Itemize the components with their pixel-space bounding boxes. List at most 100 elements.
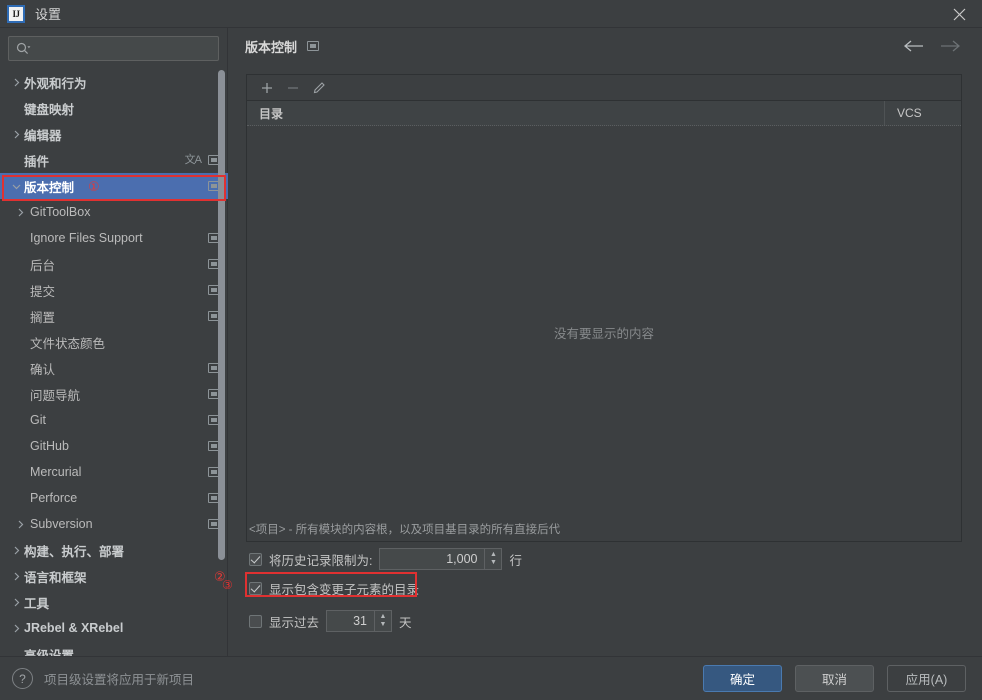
- search-input[interactable]: [31, 41, 218, 56]
- sidebar-item-19[interactable]: 语言和框架 ②: [0, 563, 228, 589]
- sidebar-item-label: 外观和行为: [24, 76, 87, 91]
- sidebar-item-8[interactable]: 提交: [0, 277, 228, 303]
- edit-pencil-icon[interactable]: [308, 77, 330, 99]
- chevron-right-icon[interactable]: [12, 208, 28, 217]
- option-show-changed-dirs[interactable]: 显示包含变更子元素的目录: [249, 579, 419, 598]
- sidebar-item-4[interactable]: 版本控制 ①: [0, 173, 228, 199]
- option-limit-history[interactable]: 将历史记录限制为: ▲ ▼ 行: [249, 548, 522, 570]
- chevron-right-icon[interactable]: [8, 78, 24, 87]
- sidebar-item-label: 工具: [24, 596, 50, 611]
- chevron-up-icon[interactable]: ▲: [490, 551, 497, 558]
- panel-nav: [904, 40, 982, 52]
- sidebar-item-10[interactable]: 文件状态颜色: [0, 329, 228, 355]
- label-show-changed-dirs: 显示包含变更子元素的目录: [269, 583, 420, 597]
- sidebar-scrollbar-thumb[interactable]: [218, 70, 225, 560]
- sidebar-item-label: 键盘映射: [24, 102, 75, 117]
- sidebar-item-6[interactable]: Ignore Files Support: [0, 225, 228, 251]
- annotation-marker-3: ③: [222, 578, 233, 592]
- sidebar-item-2[interactable]: 编辑器: [0, 121, 228, 147]
- chevron-right-icon[interactable]: [8, 546, 24, 555]
- sidebar-item-9[interactable]: 搁置: [0, 303, 228, 329]
- help-icon[interactable]: ?: [12, 668, 33, 689]
- sidebar-item-16[interactable]: Perforce: [0, 485, 228, 511]
- mapping-hint-text: <项目> - 所有模块的内容根，以及项目基目录的所有直接后代: [249, 524, 561, 536]
- settings-tree: 外观和行为键盘映射编辑器插件 文A 版本控制 ① GitToolBox Ignore Fi…: [0, 69, 228, 656]
- sidebar-item-label: 编辑器: [24, 128, 62, 143]
- column-header-vcs[interactable]: VCS: [885, 101, 961, 125]
- sidebar-item-15[interactable]: Mercurial: [0, 459, 228, 485]
- chevron-right-icon[interactable]: [12, 520, 28, 529]
- sidebar-item-label: Git: [30, 413, 46, 427]
- sidebar-item-label: Perforce: [30, 491, 78, 505]
- checkbox-show-changed-dirs[interactable]: [249, 582, 262, 595]
- sidebar-item-0[interactable]: 外观和行为: [0, 69, 228, 95]
- label-limit-history: 将历史记录限制为:: [269, 553, 373, 568]
- sidebar-item-22[interactable]: 高级设置: [0, 641, 228, 657]
- chevron-right-icon[interactable]: [8, 624, 24, 633]
- input-past-days[interactable]: [327, 611, 375, 631]
- sidebar-item-label: GitToolBox: [30, 205, 91, 219]
- sidebar-item-11[interactable]: 确认: [0, 355, 228, 381]
- chevron-right-icon[interactable]: [8, 572, 24, 581]
- sidebar-item-label: JRebel & XRebel: [24, 621, 124, 635]
- sidebar-item-label: 版本控制: [24, 180, 75, 195]
- translate-icon: 文A: [184, 153, 202, 166]
- settings-dialog: IJ 设置 外观和行为键盘映射编辑器插件 文A 版本控制 ① GitToolBox Ign…: [0, 0, 982, 700]
- sidebar-item-17[interactable]: Subversion: [0, 511, 228, 537]
- sidebar-item-label: 确认: [30, 362, 56, 377]
- window-title: 设置: [35, 7, 62, 22]
- search-container: [0, 28, 227, 67]
- empty-state-message: 没有要显示的内容: [553, 327, 654, 341]
- vcs-table-header: 目录 VCS: [247, 101, 961, 126]
- search-box[interactable]: [8, 36, 219, 61]
- footer-note: 项目级设置将应用于新项目: [44, 673, 195, 687]
- sidebar-item-18[interactable]: 构建、执行、部署: [0, 537, 228, 563]
- sidebar-item-13[interactable]: Git: [0, 407, 228, 433]
- logo-text: IJ: [12, 8, 20, 19]
- chevron-down-icon[interactable]: [8, 182, 24, 191]
- minus-icon[interactable]: [282, 77, 304, 99]
- spinner-history-rows[interactable]: ▲ ▼: [379, 548, 503, 570]
- sidebar-item-label: 搁置: [30, 310, 56, 325]
- sidebar-item-21[interactable]: JRebel & XRebel: [0, 615, 228, 641]
- sidebar-item-7[interactable]: 后台: [0, 251, 228, 277]
- spinner-past-days[interactable]: ▲ ▼: [326, 610, 393, 632]
- sidebar-item-label: 问题导航: [30, 388, 81, 403]
- sidebar-scrollbar[interactable]: [218, 70, 225, 615]
- apply-button[interactable]: 应用(A): [887, 665, 966, 692]
- sidebar-item-20[interactable]: 工具: [0, 589, 228, 615]
- sidebar-item-3[interactable]: 插件 文A: [0, 147, 228, 173]
- checkbox-show-past-days[interactable]: [249, 614, 262, 628]
- chevron-down-icon[interactable]: ▼: [490, 559, 497, 566]
- checkbox-limit-history[interactable]: [249, 552, 262, 566]
- column-header-directory[interactable]: 目录: [247, 101, 885, 125]
- arrow-right-icon[interactable]: [940, 40, 960, 52]
- chevron-right-icon[interactable]: [8, 130, 24, 139]
- sidebar-item-12[interactable]: 问题导航: [0, 381, 228, 407]
- sidebar-item-14[interactable]: GitHub: [0, 433, 228, 459]
- chevron-up-icon[interactable]: ▲: [380, 613, 387, 620]
- spinner-arrows-history[interactable]: ▲ ▼: [484, 549, 502, 569]
- arrow-left-icon[interactable]: [904, 40, 924, 52]
- close-icon[interactable]: [936, 0, 982, 28]
- spinner-arrows-days[interactable]: ▲ ▼: [374, 611, 392, 631]
- sidebar-item-label: Mercurial: [30, 465, 82, 479]
- chevron-down-icon[interactable]: ▼: [380, 621, 387, 628]
- ok-button[interactable]: 确定: [703, 665, 782, 692]
- plus-icon[interactable]: [256, 77, 278, 99]
- sidebar-item-5[interactable]: GitToolBox: [0, 199, 228, 225]
- input-history-rows[interactable]: [380, 549, 485, 569]
- search-icon: [16, 42, 31, 55]
- chevron-right-icon[interactable]: [8, 598, 24, 607]
- title-bar: IJ 设置: [0, 0, 982, 28]
- vcs-list-toolbar: [247, 75, 961, 101]
- option-show-past-days[interactable]: 显示过去 ▲ ▼ 天: [249, 610, 412, 632]
- annotation-marker: ①: [88, 178, 100, 194]
- sidebar-item-label: GitHub: [30, 439, 69, 453]
- sidebar-item-1[interactable]: 键盘映射: [0, 95, 228, 121]
- cancel-button[interactable]: 取消: [795, 665, 874, 692]
- dialog-footer: ? 项目级设置将应用于新项目 确定 取消 应用(A): [0, 656, 982, 700]
- sidebar-item-label: 插件: [24, 154, 50, 169]
- page-title: 版本控制: [245, 39, 298, 55]
- sidebar-item-label: 构建、执行、部署: [24, 544, 125, 559]
